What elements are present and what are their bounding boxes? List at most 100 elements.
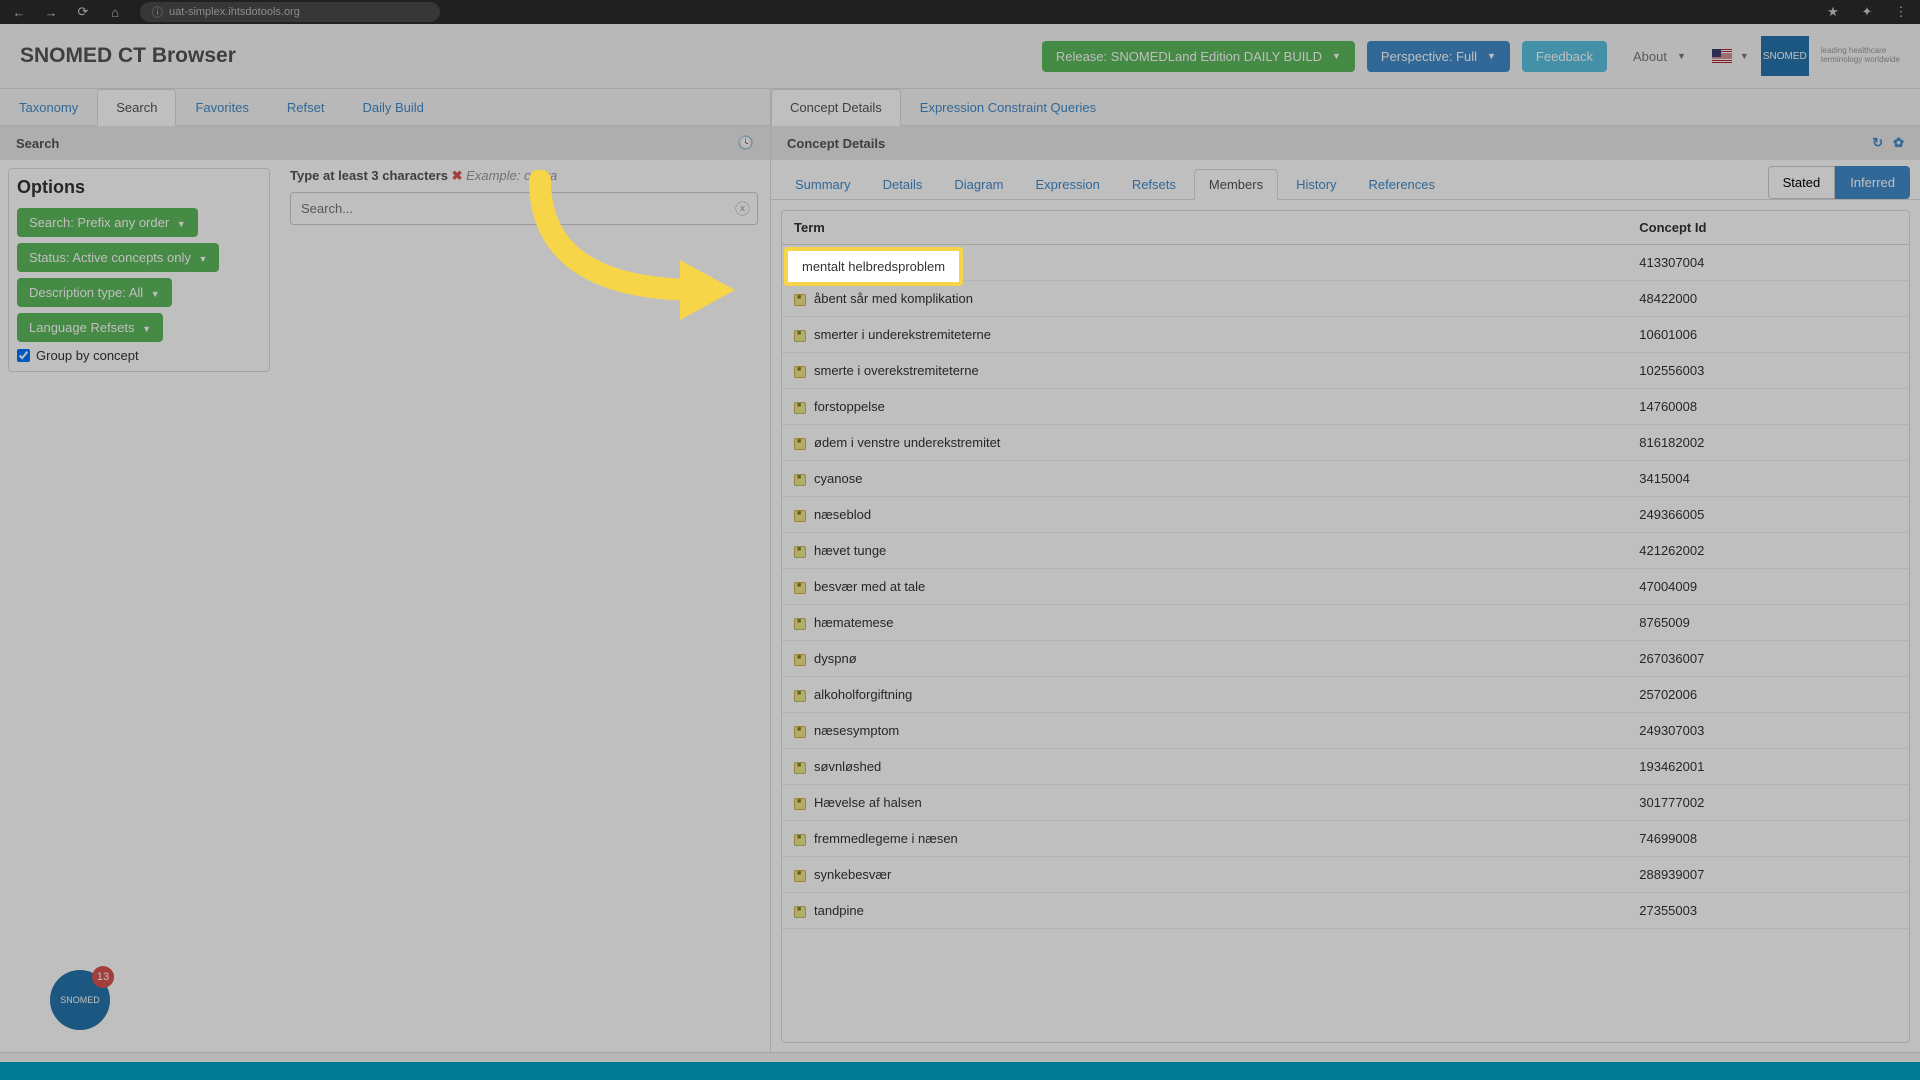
snomed-logo: SNOMED [1761,36,1809,76]
detail-tab-history[interactable]: History [1282,170,1350,199]
status-icon [794,330,806,342]
status-icon [794,726,806,738]
status-icon [794,582,806,594]
search-hint: Type at least 3 characters ✖ Example: ou… [290,168,758,184]
left-tab-search[interactable]: Search [97,89,176,126]
search-input[interactable] [290,192,758,225]
table-row[interactable]: cyanose3415004 [782,461,1909,497]
col-term: Term [782,211,1627,245]
group-by-concept-checkbox[interactable]: Group by concept [17,348,261,363]
left-tab-refset[interactable]: Refset [268,89,344,126]
table-row[interactable]: synkebesvær288939007 [782,857,1909,893]
concept-id-cell: 74699008 [1627,821,1909,857]
concept-id-cell: 267036007 [1627,641,1909,677]
option-description-type-all[interactable]: Description type: All ▼ [17,278,172,307]
menu-icon[interactable]: ⋮ [1892,3,1910,21]
logo-tagline: leading healthcareterminology worldwide [1821,47,1900,65]
concept-id-cell: 301777002 [1627,785,1909,821]
right-tab-expression-constraint-queries[interactable]: Expression Constraint Queries [901,89,1115,126]
reload-icon[interactable]: ⟳ [74,3,92,21]
left-tab-daily-build[interactable]: Daily Build [344,89,443,126]
table-row[interactable]: hæmatemese8765009 [782,605,1909,641]
clear-hint-icon[interactable]: ✖ [452,168,463,183]
concept-id-cell: 25702006 [1627,677,1909,713]
left-tab-favorites[interactable]: Favorites [176,89,267,126]
table-row[interactable]: forstoppelse14760008 [782,389,1909,425]
table-row[interactable]: næsesymptom249307003 [782,713,1909,749]
concept-id-cell: 102556003 [1627,353,1909,389]
left-pane: TaxonomySearchFavoritesRefsetDaily Build… [0,89,771,1053]
stated-toggle[interactable]: Stated [1768,166,1836,199]
concept-id-cell: 421262002 [1627,533,1909,569]
settings-icon[interactable]: ✿ [1893,135,1904,151]
url-text: uat-simplex.ihtsdotools.org [169,6,300,18]
left-tabs: TaxonomySearchFavoritesRefsetDaily Build [0,89,770,126]
group-by-concept-input[interactable] [17,349,30,362]
detail-tab-diagram[interactable]: Diagram [940,170,1017,199]
concept-id-cell: 27355003 [1627,893,1909,929]
concept-id-cell: 3415004 [1627,461,1909,497]
status-icon [794,690,806,702]
concept-id-cell: 249307003 [1627,713,1909,749]
concept-id-cell: 10601006 [1627,317,1909,353]
right-tabs: Concept DetailsExpression Constraint Que… [771,89,1920,126]
detail-tab-refsets[interactable]: Refsets [1118,170,1190,199]
table-row[interactable]: fremmedlegeme i næsen74699008 [782,821,1909,857]
concept-id-cell: 816182002 [1627,425,1909,461]
right-pane: Concept DetailsExpression Constraint Que… [771,89,1920,1053]
forward-icon[interactable]: → [42,3,60,21]
table-row[interactable]: ødem i venstre underekstremitet816182002 [782,425,1909,461]
table-row[interactable]: mentalt helbredsproblemmentalt helbredsp… [782,245,1909,281]
detail-tab-expression[interactable]: Expression [1022,170,1114,199]
feedback-button[interactable]: Feedback [1522,41,1607,72]
table-row[interactable]: søvnløshed193462001 [782,749,1909,785]
status-icon [794,870,806,882]
status-icon [794,366,806,378]
option-language-refsets[interactable]: Language Refsets ▼ [17,313,163,342]
back-icon[interactable]: ← [10,3,28,21]
status-icon [794,474,806,486]
history-icon[interactable]: 🕓 [738,135,754,151]
clear-search-icon[interactable]: ⓧ [735,198,750,219]
status-icon [794,438,806,450]
table-row[interactable]: dyspnø267036007 [782,641,1909,677]
language-flag-dropdown[interactable]: ▼ [1712,49,1749,63]
inferred-toggle[interactable]: Inferred [1835,166,1910,199]
extensions-icon[interactable]: ✦ [1858,3,1876,21]
bookmark-icon[interactable]: ★ [1824,3,1842,21]
table-row[interactable]: smerte i overekstremiteterne102556003 [782,353,1909,389]
concept-id-cell: 288939007 [1627,857,1909,893]
home-icon[interactable]: ⌂ [106,3,124,21]
concept-id-cell: 193462001 [1627,749,1909,785]
table-row[interactable]: Hævelse af halsen301777002 [782,785,1909,821]
refresh-icon[interactable]: ↻ [1872,135,1883,151]
table-row[interactable]: smerter i underekstremiteterne10601006 [782,317,1909,353]
detail-tab-references[interactable]: References [1355,170,1449,199]
chat-widget[interactable]: SNOMED 13 [50,970,110,1030]
left-tab-taxonomy[interactable]: Taxonomy [0,89,97,126]
concept-id-cell: 14760008 [1627,389,1909,425]
table-row[interactable]: tandpine27355003 [782,893,1909,929]
table-row[interactable]: alkoholforgiftning25702006 [782,677,1909,713]
right-tab-concept-details[interactable]: Concept Details [771,89,901,126]
table-row[interactable]: næseblod249366005 [782,497,1909,533]
detail-tab-summary[interactable]: Summary [781,170,865,199]
perspective-dropdown[interactable]: Perspective: Full▼ [1367,41,1510,72]
status-icon [794,546,806,558]
option-search-prefix-any-order[interactable]: Search: Prefix any order ▼ [17,208,198,237]
table-row[interactable]: hævet tunge421262002 [782,533,1909,569]
concept-details-subheader: Concept Details ↻ ✿ [771,126,1920,160]
concept-id-cell: 8765009 [1627,605,1909,641]
table-row[interactable]: besvær med at tale47004009 [782,569,1909,605]
about-dropdown[interactable]: About▼ [1619,41,1700,72]
chat-notification-count: 13 [92,966,114,988]
release-dropdown[interactable]: Release: SNOMEDLand Edition DAILY BUILD▼ [1042,41,1355,72]
status-icon [794,510,806,522]
option-status-active-concepts-only[interactable]: Status: Active concepts only ▼ [17,243,219,272]
url-bar[interactable]: ⓘ uat-simplex.ihtsdotools.org [140,2,440,22]
status-icon [794,906,806,918]
concept-id-cell: 249366005 [1627,497,1909,533]
detail-tab-members[interactable]: Members [1194,169,1278,200]
detail-tab-details[interactable]: Details [869,170,937,199]
concept-details-label: Concept Details [787,136,885,151]
